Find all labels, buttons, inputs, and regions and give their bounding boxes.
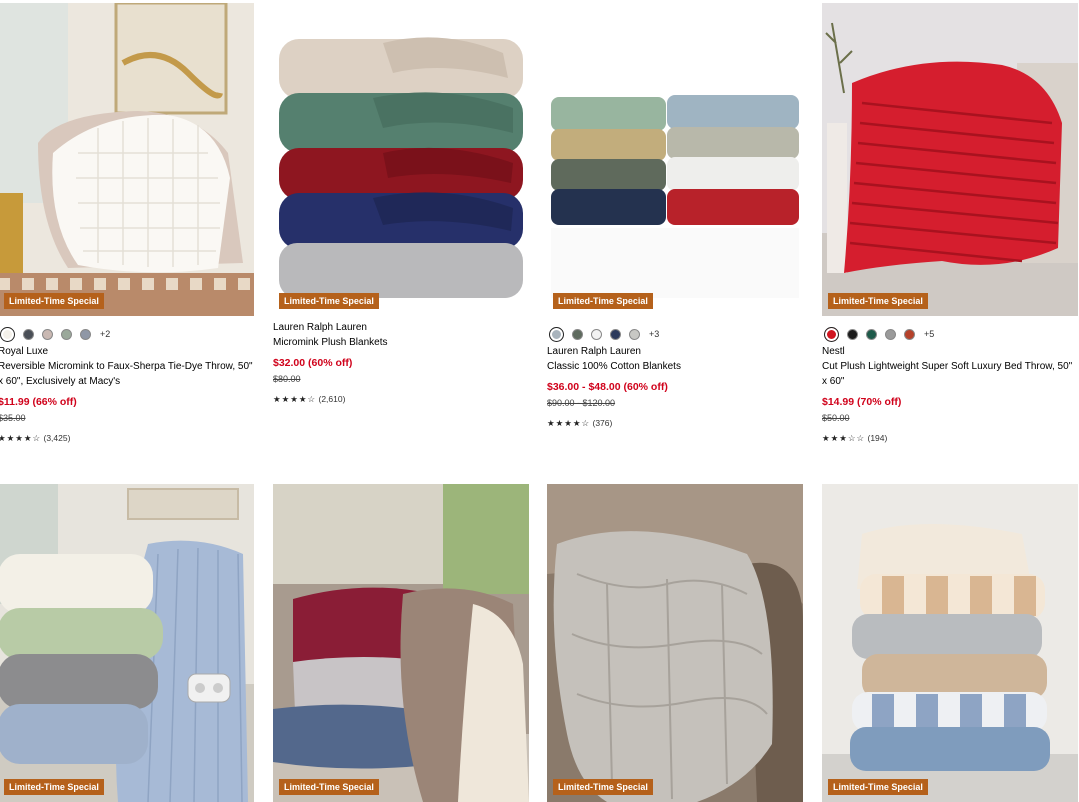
product-photo xyxy=(547,3,803,316)
sale-price: $11.99 (66% off) xyxy=(0,396,77,408)
color-swatch-5[interactable] xyxy=(80,328,91,340)
product-rating[interactable]: ★★★★☆ (2,610) xyxy=(273,393,529,405)
product-card[interactable]: Limited-Time Special xyxy=(822,484,1078,802)
review-count: (3,425) xyxy=(43,433,71,443)
product-photo xyxy=(273,484,529,802)
product-card[interactable]: Limited-Time Special Lauren Ralph Lauren… xyxy=(273,3,529,405)
product-rating[interactable]: ★★★★☆ (376) xyxy=(547,417,803,429)
original-price: $35.00 xyxy=(0,413,26,423)
product-card[interactable]: Limited-Time Special +5 Nestl Cut Plush … xyxy=(822,3,1078,444)
product-photo xyxy=(822,3,1078,316)
product-brand[interactable]: Royal Luxe xyxy=(0,345,254,359)
color-swatch-3[interactable] xyxy=(866,328,877,340)
product-image[interactable]: Limited-Time Special xyxy=(273,3,529,316)
more-colors[interactable]: +5 xyxy=(924,329,934,339)
limited-time-badge: Limited-Time Special xyxy=(828,293,928,309)
color-swatch-4[interactable] xyxy=(61,328,72,340)
sale-price: $32.00 (60% off) xyxy=(273,357,353,369)
product-rating[interactable]: ★★★☆☆ (194) xyxy=(822,432,1078,444)
product-photo xyxy=(547,484,803,802)
review-count: (2,610) xyxy=(318,394,346,404)
color-swatches: +2 xyxy=(0,326,254,342)
original-price: $50.00 xyxy=(822,413,850,423)
color-swatch-5[interactable] xyxy=(904,328,915,340)
product-card[interactable]: Limited-Time Special xyxy=(0,484,254,802)
limited-time-badge: Limited-Time Special xyxy=(553,779,653,795)
color-swatch-2[interactable] xyxy=(847,328,858,340)
rating-stars-icon: ★★★☆☆ xyxy=(822,433,866,443)
rating-stars-icon: ★★★★☆ xyxy=(0,433,42,443)
product-title[interactable]: Reversible Micromink to Faux-Sherpa Tie-… xyxy=(0,359,254,389)
color-swatch-1[interactable] xyxy=(549,326,564,342)
color-swatch-3[interactable] xyxy=(591,328,602,340)
color-swatch-4[interactable] xyxy=(885,328,896,340)
limited-time-badge: Limited-Time Special xyxy=(4,779,104,795)
color-swatches: +3 xyxy=(547,326,803,342)
product-card[interactable]: Limited-Time Special +3 Lauren Ralph Lau… xyxy=(547,3,803,429)
color-swatch-4[interactable] xyxy=(610,328,621,340)
product-card[interactable]: Limited-Time Special xyxy=(273,484,529,802)
original-price: $90.00 - $120.00 xyxy=(547,398,616,408)
color-swatch-3[interactable] xyxy=(42,328,53,340)
product-image[interactable]: Limited-Time Special xyxy=(822,484,1078,802)
more-colors[interactable]: +2 xyxy=(100,329,110,339)
product-photo xyxy=(273,3,529,316)
color-swatch-1[interactable] xyxy=(824,326,839,342)
color-swatch-5[interactable] xyxy=(629,328,640,340)
product-image[interactable]: Limited-Time Special xyxy=(547,484,803,802)
product-photo xyxy=(0,3,254,316)
review-count: (194) xyxy=(867,433,888,443)
color-swatches: +5 xyxy=(822,326,1078,342)
product-image[interactable]: Limited-Time Special xyxy=(0,484,254,802)
sale-price: $14.99 (70% off) xyxy=(822,396,902,408)
product-brand[interactable]: Lauren Ralph Lauren xyxy=(547,345,803,359)
product-card[interactable]: Limited-Time Special +2 Royal Luxe Rever… xyxy=(0,3,254,444)
color-swatch-1[interactable] xyxy=(0,326,15,342)
sale-price: $36.00 - $48.00 (60% off) xyxy=(547,381,668,393)
more-colors[interactable]: +3 xyxy=(649,329,659,339)
product-image[interactable]: Limited-Time Special xyxy=(273,484,529,802)
product-card[interactable]: Limited-Time Special xyxy=(547,484,803,802)
product-image[interactable]: Limited-Time Special xyxy=(822,3,1078,316)
limited-time-badge: Limited-Time Special xyxy=(553,293,653,309)
limited-time-badge: Limited-Time Special xyxy=(828,779,928,795)
color-swatch-2[interactable] xyxy=(572,328,583,340)
limited-time-badge: Limited-Time Special xyxy=(279,779,379,795)
product-title[interactable]: Cut Plush Lightweight Super Soft Luxury … xyxy=(822,359,1078,389)
product-title[interactable]: Micromink Plush Blankets xyxy=(273,335,529,350)
product-brand[interactable]: Nestl xyxy=(822,345,1078,359)
product-brand[interactable]: Lauren Ralph Lauren xyxy=(273,321,529,335)
product-rating[interactable]: ★★★★☆ (3,425) xyxy=(0,432,254,444)
product-image[interactable]: Limited-Time Special xyxy=(547,3,803,316)
original-price: $80.00 xyxy=(273,374,301,384)
product-title[interactable]: Classic 100% Cotton Blankets xyxy=(547,359,803,374)
product-image[interactable]: Limited-Time Special xyxy=(0,3,254,316)
limited-time-badge: Limited-Time Special xyxy=(4,293,104,309)
color-swatch-2[interactable] xyxy=(23,328,34,340)
rating-stars-icon: ★★★★☆ xyxy=(547,418,591,428)
limited-time-badge: Limited-Time Special xyxy=(279,293,379,309)
rating-stars-icon: ★★★★☆ xyxy=(273,394,317,404)
product-photo xyxy=(0,484,254,802)
product-photo xyxy=(822,484,1078,802)
review-count: (376) xyxy=(592,418,613,428)
